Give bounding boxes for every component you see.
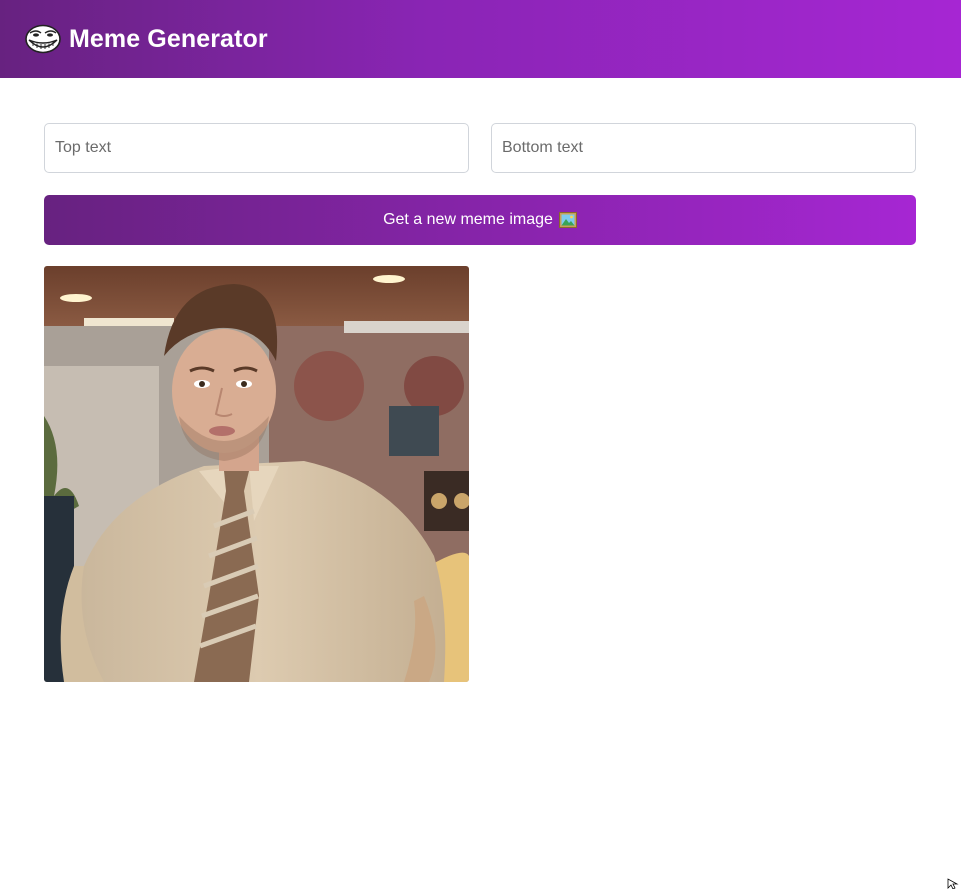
- bottom-text-input[interactable]: [491, 123, 916, 173]
- meme-image: [44, 266, 469, 682]
- get-new-meme-label: Get a new meme image: [383, 211, 553, 228]
- framed-picture-icon: [558, 212, 577, 228]
- app-header: Meme Generator: [0, 0, 961, 78]
- app-title: Meme Generator: [69, 24, 268, 53]
- top-text-input[interactable]: [44, 123, 469, 173]
- mouse-cursor-icon: [947, 878, 959, 889]
- get-new-meme-button[interactable]: Get a new meme image: [44, 195, 916, 245]
- troll-face-icon: [25, 24, 61, 54]
